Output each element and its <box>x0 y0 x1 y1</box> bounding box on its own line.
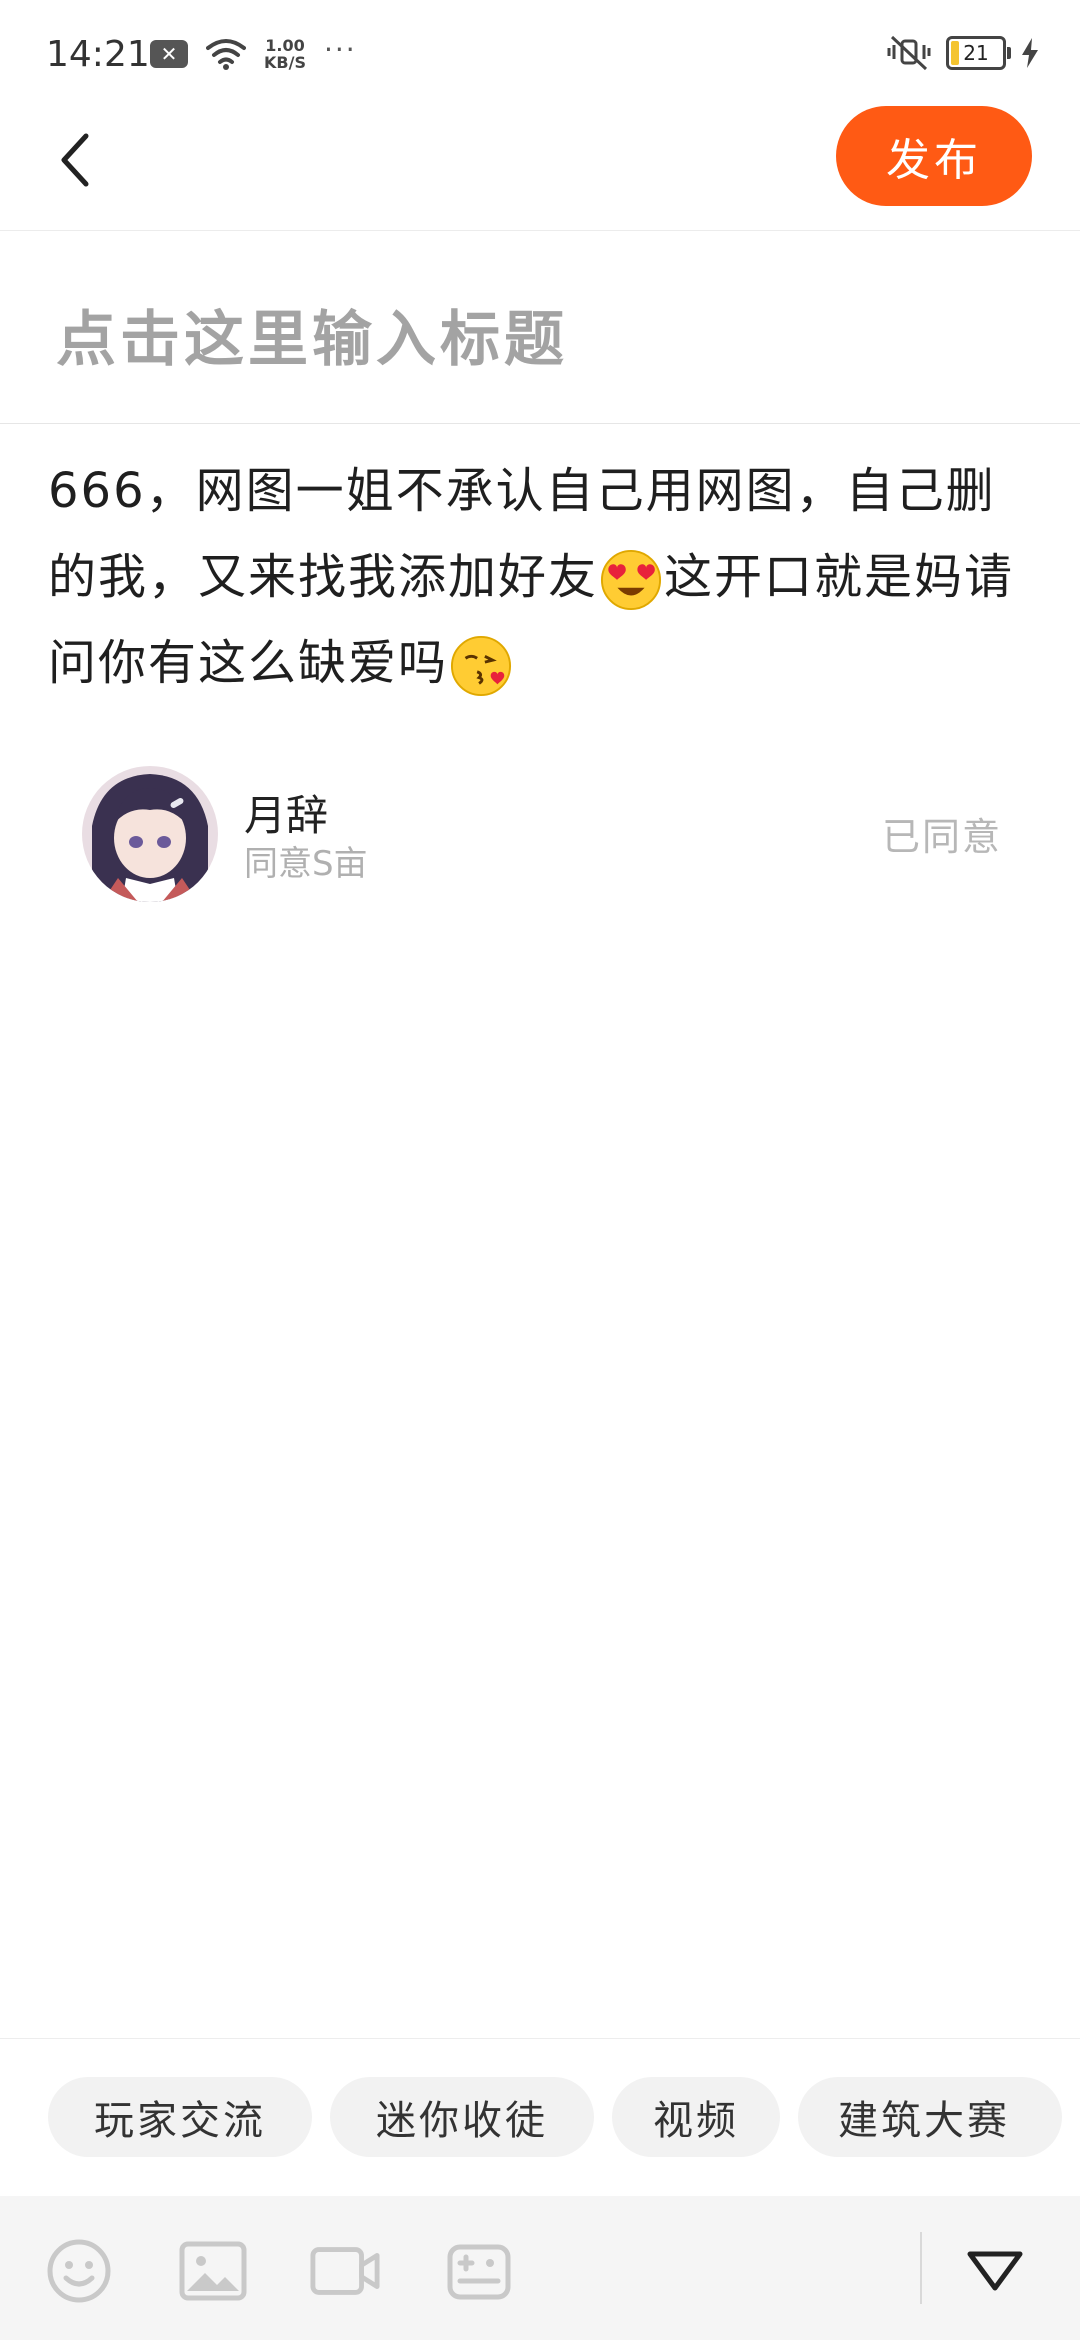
top-nav-bar: 发布 <box>0 100 1080 231</box>
game-button[interactable] <box>444 2236 514 2306</box>
mention-card[interactable]: 月辞 同意S亩 已同意 <box>82 764 1002 904</box>
status-time: 14:21 <box>46 34 150 75</box>
smiley-icon <box>47 2239 111 2303</box>
title-input[interactable]: 点击这里输入标题 <box>0 231 1080 424</box>
title-placeholder: 点击这里输入标题 <box>56 305 568 375</box>
mute-vibrate-icon <box>887 35 931 71</box>
status-left-icons: ✕ 1.00 KB/S ··· <box>150 32 357 74</box>
mention-subtitle: 同意S亩 <box>244 844 368 884</box>
more-dots: ··· <box>323 32 357 66</box>
emoji-button[interactable] <box>44 2236 114 2306</box>
collapse-button[interactable] <box>960 2236 1030 2306</box>
avatar[interactable] <box>82 766 218 902</box>
net-speed-value: 1.00 <box>265 36 305 55</box>
topic-chip[interactable]: 玩家交流 <box>48 2077 312 2157</box>
battery-icon: 21 <box>946 36 1011 70</box>
publish-button[interactable]: 发布 <box>836 106 1032 206</box>
video-camera-icon <box>310 2247 380 2295</box>
triangle-down-icon <box>967 2251 1023 2291</box>
avatar-image <box>82 766 218 902</box>
status-bar: 14:21 ✕ 1.00 KB/S ··· 21 <box>0 0 1080 100</box>
x-badge-icon: ✕ <box>150 40 188 68</box>
wifi-icon <box>206 39 246 70</box>
kissing-heart-emoji <box>450 635 512 697</box>
battery-fill <box>951 41 959 65</box>
toolbar-divider <box>920 2232 922 2304</box>
bottom-toolbar <box>0 2196 1080 2340</box>
topic-chips-bar: 玩家交流 迷你收徒 视频 建筑大赛 <box>0 2038 1080 2197</box>
topic-chip[interactable]: 建筑大赛 <box>798 2077 1062 2157</box>
chevron-left-icon <box>61 133 89 187</box>
video-button[interactable] <box>310 2236 380 2306</box>
status-right-icons: 21 <box>886 32 1040 74</box>
mention-name: 月辞 <box>244 791 329 840</box>
topic-chip[interactable]: 迷你收徒 <box>330 2077 594 2157</box>
charging-icon <box>1022 38 1038 68</box>
heart-eyes-emoji <box>600 549 662 611</box>
net-speed-unit: KB/S <box>264 53 306 72</box>
back-button[interactable] <box>46 130 106 190</box>
image-icon <box>179 2241 247 2301</box>
image-button[interactable] <box>178 2236 248 2306</box>
mention-status: 已同意 <box>881 815 1002 859</box>
topic-chip[interactable]: 视频 <box>612 2077 780 2157</box>
gamepad-icon <box>447 2244 511 2300</box>
post-body-editor[interactable]: 666，网图一姐不承认自己用网图，自己删的我，又来找我添加好友 这开口就是妈请问… <box>48 448 1038 706</box>
net-speed: 1.00 KB/S <box>264 37 306 71</box>
battery-level: 21 <box>963 41 989 65</box>
